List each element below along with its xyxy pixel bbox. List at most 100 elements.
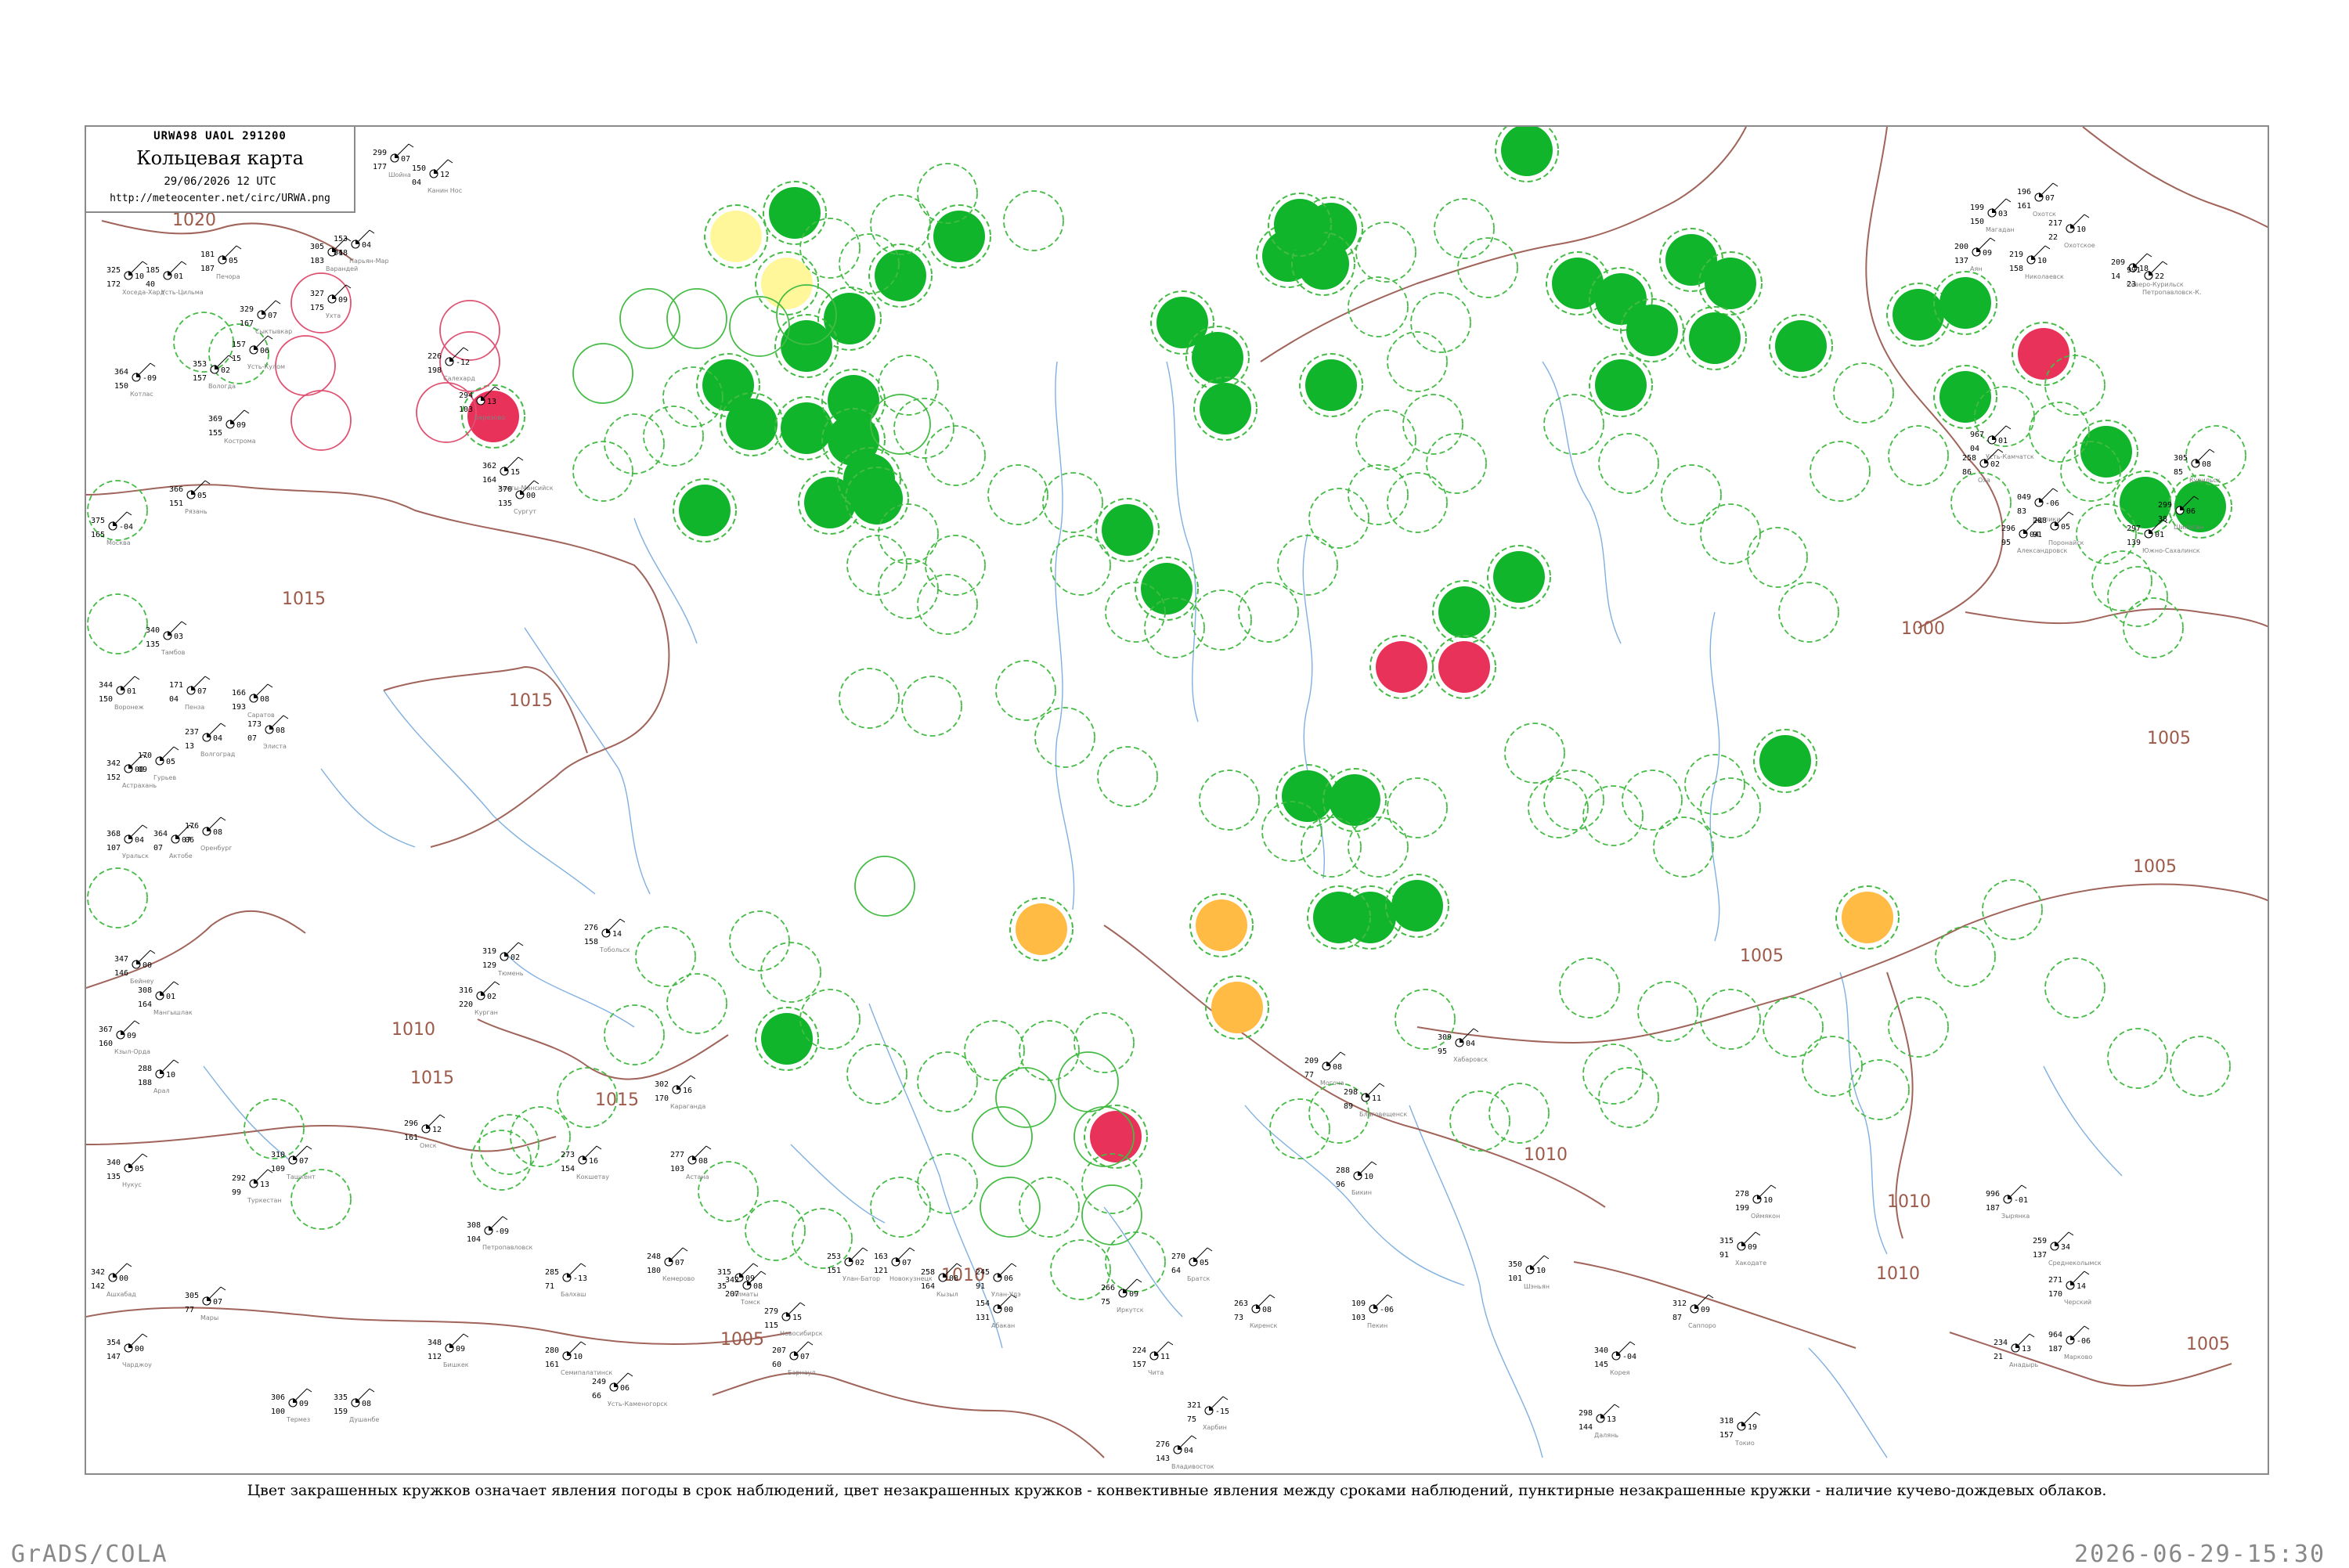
station-plot[interactable]: 340 -04 145Корея — [1594, 1341, 1636, 1376]
station-plot[interactable]: 279 15 115Новосибирск — [764, 1302, 823, 1337]
station-plot[interactable]: 364 -09 150Котлас — [114, 362, 157, 398]
station-plot[interactable]: 996 -01 187Зырянка — [1986, 1184, 2030, 1220]
station-plot[interactable]: 315 09 91 Хакодате — [1719, 1231, 1766, 1267]
station-plot[interactable]: 292 13 99 Туркестан — [232, 1169, 282, 1204]
station-plot[interactable]: 224 11 157Чита — [1132, 1341, 1174, 1376]
station-plot[interactable]: 181 05 187Печора — [200, 245, 242, 280]
station-plot[interactable]: 316 02 220Курган — [459, 981, 500, 1016]
station-plot[interactable]: 166 08 193Саратов — [232, 683, 275, 719]
station-plot[interactable]: 306 09 100Термез — [271, 1388, 312, 1423]
station-plot[interactable]: 305 08 85 Курильск — [2174, 449, 2221, 484]
station-plot[interactable]: 276 04 143Владивосток — [1156, 1435, 1214, 1470]
station-plot[interactable]: 375 -04 165Москва — [91, 511, 133, 546]
station-plot[interactable]: 150 12 04 Канин Нос — [412, 159, 462, 194]
station-plot[interactable]: 318 19 157Токио — [1719, 1411, 1761, 1447]
station-plot[interactable]: 308 01 164Мангышлак — [138, 981, 193, 1016]
station-plot[interactable]: 200 09 137Аян — [1954, 237, 1996, 272]
station-plot[interactable]: 219 10 158Николаевск — [2009, 245, 2064, 280]
station-pressure: 09 — [1748, 1243, 1757, 1252]
station-plot[interactable]: 964 -06 187Марково — [2048, 1325, 2092, 1361]
station-plot[interactable]: 157 06 15 Усть-Кулом — [232, 335, 285, 370]
station-plot[interactable]: 9670104Усть-Камчатск — [1970, 425, 2034, 460]
station-plot[interactable]: 991 22 23 Петропавловск-К. — [2127, 261, 2201, 296]
station-plot[interactable]: 277 08 103Астана — [670, 1145, 712, 1181]
station-plot[interactable]: 16307121Новокузнецк — [874, 1247, 933, 1282]
station-plot[interactable]: 369 09 155Кострома — [208, 409, 256, 445]
station-plot[interactable]: 353 02 157Вологда — [193, 355, 236, 390]
station-plot[interactable]: 263 08 73 Киренск — [1234, 1294, 1278, 1329]
station-plot[interactable]: 327 09 175Ухта — [310, 284, 352, 319]
station-plot[interactable]: 348 09 112Бишкек — [428, 1333, 469, 1368]
station-plot[interactable]: 259 34 137Среднеколымск — [2033, 1231, 2102, 1267]
station-plot[interactable]: 298 11 89 Благовещенск — [1344, 1083, 1407, 1118]
station-plot[interactable]: 2091814Северо-Курильск — [2111, 253, 2184, 288]
station-plot[interactable]: 329 07 167Сыктывкар — [240, 300, 292, 335]
station-plot[interactable]: 226 -12 198Салехард — [428, 347, 475, 382]
station-plot[interactable]: 285 -13 71 Балхаш — [545, 1263, 587, 1298]
station-name: Южно-Сахалинск — [2142, 547, 2200, 554]
station-plot[interactable]: 217 10 22 Охотское — [2048, 214, 2095, 249]
station-pressure: 09 — [236, 421, 246, 430]
station-plot[interactable]: 207 07 60 Барнаул — [772, 1341, 815, 1376]
station-plot[interactable]: 171 07 04 Пенза — [169, 676, 211, 711]
station-plot[interactable]: 308 -09 104Петропавловск — [467, 1216, 533, 1251]
station-plot[interactable]: 340 03 135Тамбов — [146, 621, 187, 656]
station-plot[interactable]: 288 10 96 Бикин — [1336, 1161, 1377, 1196]
station-plot[interactable]: 270 05 64 Братск — [1171, 1247, 1213, 1282]
station-plot[interactable]: 299 07 177Шойна — [373, 143, 414, 178]
station-pressure: 05 — [166, 758, 175, 766]
wind-feather-icon — [2052, 182, 2059, 187]
station-plot[interactable]: 234 13 21 Анадырь — [1994, 1333, 2039, 1368]
station-pressure: 02 — [487, 993, 496, 1001]
station-plot[interactable]: 342 00 142Ашхабад — [91, 1263, 136, 1298]
station-plot[interactable]: 321 -15 75 Харбин — [1187, 1396, 1229, 1431]
station-plot[interactable]: 340 05 135Нукус — [106, 1153, 148, 1188]
station-plot[interactable]: 271 14 170Черский — [2048, 1271, 2091, 1306]
station-plot[interactable]: 350 10 101Шэньян — [1508, 1255, 1550, 1290]
source-url[interactable]: http://meteocenter.net/circ/URWA.png — [86, 193, 354, 204]
station-plot[interactable]: 248 07 180Кемерово — [647, 1247, 695, 1282]
station-dewpoint: 157 — [1132, 1361, 1146, 1369]
station-plot[interactable]: 310 07 109Ташкент — [271, 1145, 316, 1181]
wind-barb-icon — [225, 245, 237, 258]
station-plot[interactable]: 170 05 09 Гурьев — [138, 746, 179, 781]
station-plot[interactable]: 109 -06 103Пекин — [1351, 1294, 1394, 1329]
station-dewpoint: 193 — [232, 703, 246, 712]
station-temperature: 299 — [2158, 501, 2172, 510]
station-plot[interactable]: 335 08 159Душанбе — [334, 1388, 379, 1423]
station-plot[interactable]: 280 10 161Семипалатинск — [545, 1341, 612, 1376]
station-plot[interactable]: 237 04 13 Волгоград — [185, 723, 236, 758]
station-plot[interactable]: 298 13 144Далянь — [1579, 1404, 1620, 1439]
station-plot[interactable]: 319 02 129Тюмень — [482, 942, 524, 977]
station-name: Ташкент — [286, 1173, 316, 1181]
station-name: Оймякон — [1751, 1213, 1780, 1220]
station-temperature: 308 — [138, 986, 152, 995]
cumulonimbus-ring — [839, 668, 900, 729]
station-plot[interactable]: 344 01 150Воронеж — [99, 676, 144, 711]
station-plot[interactable]: 176 08 06 Оренбург — [185, 816, 232, 852]
station-plot[interactable]: 347 00 146Бейнеу — [114, 950, 156, 985]
station-plot[interactable]: 266 09 75 Иркутск — [1101, 1278, 1144, 1314]
station-plot[interactable]: 154 00 131Абакан — [976, 1294, 1017, 1329]
station-plot[interactable]: 249 06 66 Усть-Каменогорск — [592, 1372, 668, 1408]
station-plot[interactable]: 368 04 107Уральск — [106, 824, 149, 860]
station-plot[interactable]: 354 00 147Чарджоу — [106, 1333, 152, 1368]
station-plot[interactable]: 173 08 07 Элиста — [247, 715, 289, 750]
station-plot[interactable]: 302 16 170Караганда — [655, 1075, 705, 1110]
station-plot[interactable]: 36215164Ханты-Мансийск — [482, 456, 554, 492]
station-pressure: 19 — [1748, 1423, 1757, 1432]
station-plot[interactable]: 276 14 158Тобольск — [584, 918, 630, 953]
station-plot[interactable]: 153 04 04 Нарьян-Мар — [334, 229, 389, 265]
station-plot[interactable]: 367 09 160Кзыл-Орда — [99, 1020, 150, 1055]
station-dewpoint: 187 — [2048, 1345, 2062, 1354]
station-plot[interactable]: 278 10 199Оймякон — [1735, 1184, 1780, 1220]
station-plot[interactable]: 273 16 154Кокшетау — [561, 1145, 609, 1181]
station-plot[interactable]: 199 03 150Магадан — [1970, 198, 2015, 233]
station-plot[interactable]: 196 07 161Охотск — [2017, 182, 2059, 218]
wind-barb-icon — [162, 1059, 175, 1072]
station-pressure: 05 — [229, 257, 238, 265]
station-plot[interactable]: 288 10 188Арал — [138, 1059, 179, 1094]
station-plot[interactable]: 253 02 151Улан-Батор — [827, 1247, 880, 1282]
station-plot[interactable]: 305 07 77 Мары — [185, 1286, 226, 1321]
station-plot[interactable]: 296 12 161Омск — [404, 1114, 446, 1149]
